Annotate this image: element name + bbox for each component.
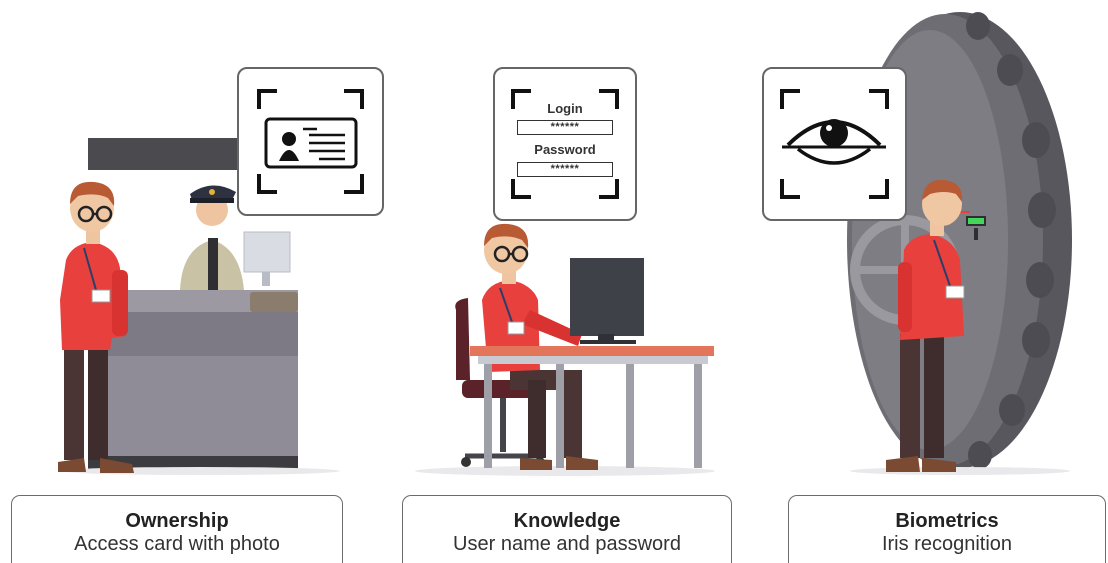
password-field: ******: [517, 162, 613, 177]
biometrics-caption: Biometrics Iris recognition: [788, 495, 1106, 563]
id-card-icon: [257, 89, 364, 194]
biometrics-title: Biometrics: [895, 510, 999, 532]
login-label: Login: [547, 101, 583, 116]
knowledge-subtitle: User name and password: [453, 533, 681, 555]
login-form-callout: Login ****** Password ******: [493, 67, 637, 221]
password-label: Password: [534, 142, 596, 157]
ownership-title: Ownership: [125, 510, 229, 532]
office-desk-scene: [415, 223, 715, 476]
eye-icon: [780, 89, 889, 199]
eye-callout: [762, 67, 907, 221]
biometrics-subtitle: Iris recognition: [881, 533, 1013, 555]
login-field: ******: [517, 120, 613, 135]
knowledge-caption: Knowledge User name and password: [402, 495, 732, 563]
knowledge-title: Knowledge: [513, 510, 621, 532]
ownership-caption: Ownership Access card with photo: [11, 495, 343, 563]
ownership-subtitle: Access card with photo: [74, 533, 280, 555]
id-card-callout: [237, 67, 384, 216]
